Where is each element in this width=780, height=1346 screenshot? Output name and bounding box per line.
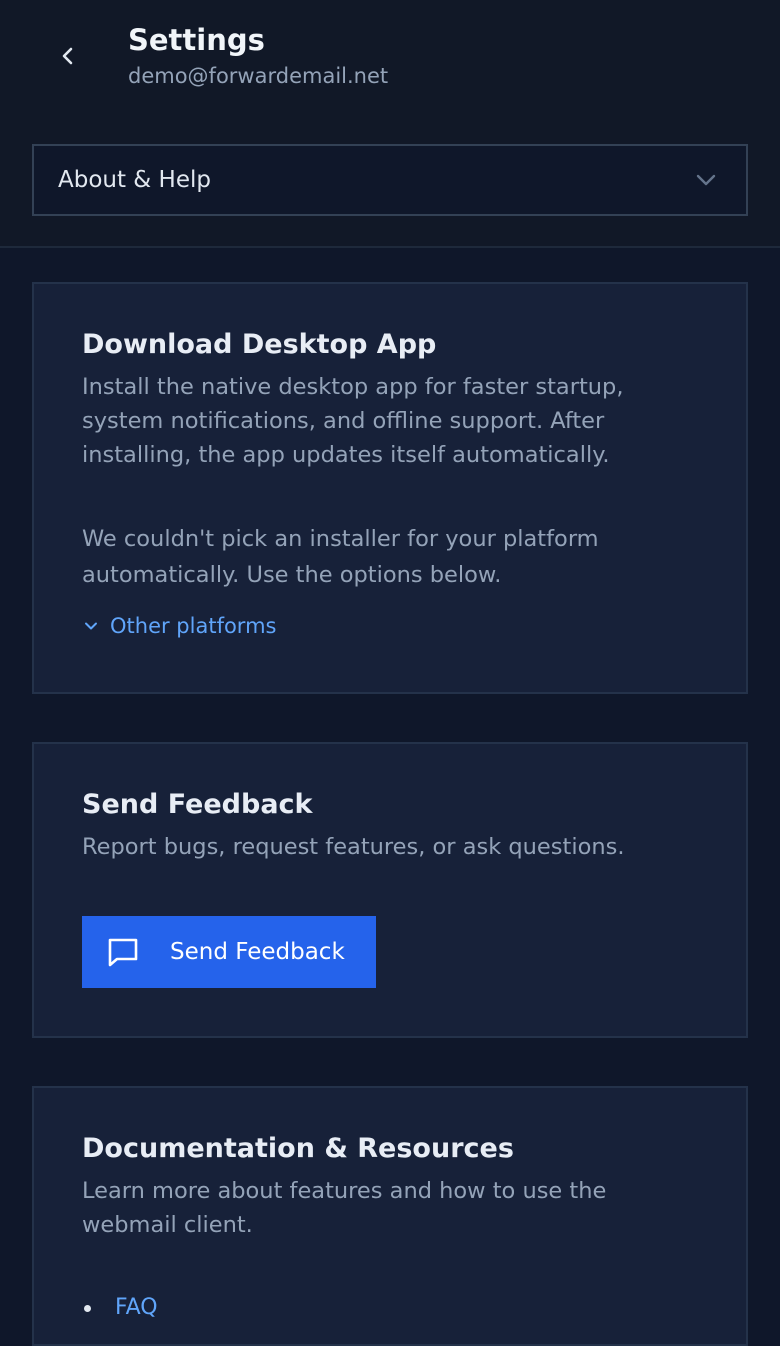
desktop-app-notice: We couldn't pick an installer for your p… bbox=[82, 526, 599, 588]
back-button[interactable] bbox=[44, 32, 92, 80]
account-email: demo@forwardemail.net bbox=[128, 64, 389, 88]
settings-header: Settings demo@forwardemail.net About & H… bbox=[0, 0, 780, 248]
send-feedback-label: Send Feedback bbox=[170, 939, 345, 965]
chevron-down-icon bbox=[696, 174, 716, 186]
docs-title: Documentation & Resources bbox=[82, 1133, 514, 1164]
chevron-left-icon bbox=[62, 47, 73, 65]
docs-links-list: FAQ bbox=[82, 1288, 158, 1328]
desktop-app-description: Install the native desktop app for faste… bbox=[82, 374, 624, 468]
desktop-app-card: Download Desktop App Install the native … bbox=[32, 282, 748, 694]
faq-link[interactable]: FAQ bbox=[115, 1288, 158, 1328]
message-square-icon bbox=[108, 938, 138, 967]
section-select-value: About & Help bbox=[58, 167, 211, 193]
settings-section-select[interactable]: About & Help bbox=[32, 144, 748, 216]
page-title: Settings bbox=[128, 23, 265, 57]
chevron-down-icon bbox=[85, 622, 97, 630]
docs-card: Documentation & Resources Learn more abo… bbox=[32, 1086, 748, 1346]
send-feedback-button[interactable]: Send Feedback bbox=[82, 916, 376, 988]
list-item: FAQ bbox=[82, 1288, 158, 1328]
feedback-title: Send Feedback bbox=[82, 789, 313, 820]
bullet bbox=[84, 1304, 91, 1312]
feedback-description: Report bugs, request features, or ask qu… bbox=[82, 834, 625, 860]
desktop-app-title: Download Desktop App bbox=[82, 329, 437, 360]
feedback-card: Send Feedback Report bugs, request featu… bbox=[32, 742, 748, 1038]
other-platforms-toggle[interactable]: Other platforms bbox=[82, 614, 276, 638]
docs-description: Learn more about features and how to use… bbox=[82, 1178, 607, 1238]
other-platforms-label: Other platforms bbox=[110, 614, 277, 638]
